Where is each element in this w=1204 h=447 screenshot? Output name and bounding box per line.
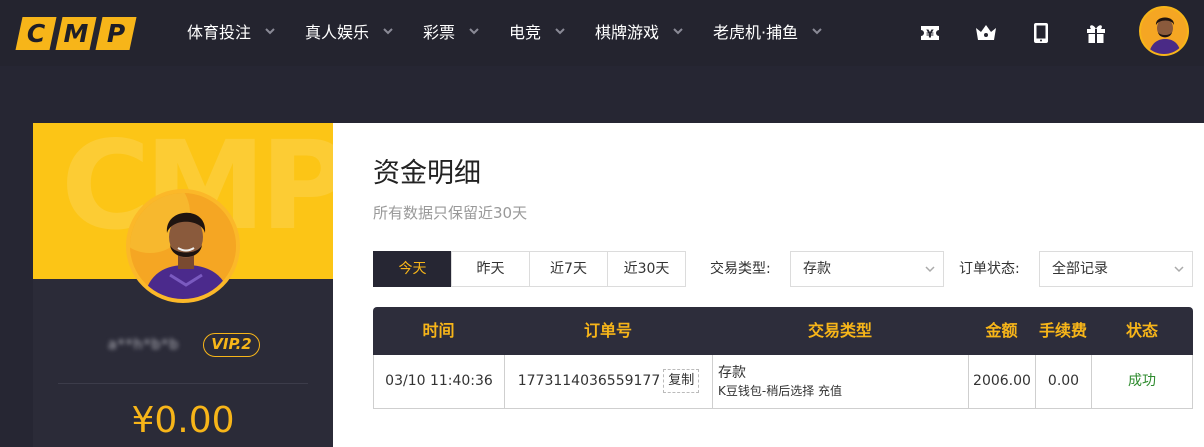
chevron-down-icon <box>812 28 822 35</box>
nav-item-slots-fishing[interactable]: 老虎机·捕鱼 <box>713 22 822 44</box>
tab-last-30-days[interactable]: 近30天 <box>607 251 686 287</box>
chevron-down-icon <box>673 28 683 35</box>
voucher-icon[interactable]: ¥ <box>918 21 942 45</box>
column-header-fee: 手续费 <box>1038 321 1087 340</box>
avatar-portrait-image <box>130 193 236 299</box>
nav-item-esports[interactable]: 电竞 <box>509 22 565 44</box>
chevron-down-icon <box>469 28 479 35</box>
page-subtitle: 所有数据只保留近30天 <box>373 204 528 222</box>
column-header-amount: 金额 <box>985 321 1018 340</box>
logo[interactable]: C M P <box>15 15 137 51</box>
type-detail: K豆钱包-稍后选择 充值 <box>718 384 843 398</box>
nav-item-label: 体育投注 <box>187 23 252 42</box>
order-status-label: 订单状态: <box>959 261 1020 277</box>
gift-icon[interactable] <box>1084 21 1108 45</box>
nav-item-card-games[interactable]: 棋牌游戏 <box>595 22 683 44</box>
page-title: 资金明细 <box>373 158 481 189</box>
select-value: 存款 <box>803 261 831 277</box>
date-range-tabs: 今天 昨天 近7天 近30天 <box>373 251 686 287</box>
cell-amount: 2006.00 <box>969 355 1036 408</box>
nav-item-lottery[interactable]: 彩票 <box>423 22 479 44</box>
tab-last-7-days[interactable]: 近7天 <box>529 251 608 287</box>
cell-fee: 0.00 <box>1036 355 1092 408</box>
transactions-table: 时间 订单号 交易类型 金额 手续费 状态 03/10 11:40:36 177… <box>373 307 1193 409</box>
order-status-select[interactable]: 全部记录 <box>1039 251 1193 287</box>
balance-amount: ¥0.00 <box>131 400 235 441</box>
tablet-icon[interactable] <box>1029 21 1053 45</box>
nav-item-label: 彩票 <box>423 23 456 42</box>
tab-today[interactable]: 今天 <box>373 251 452 287</box>
transaction-type-label: 交易类型: <box>710 261 771 277</box>
column-header-type: 交易类型 <box>807 321 872 340</box>
fund-details-panel: 资金明细 所有数据只保留近30天 今天 昨天 近7天 近30天 交易类型: 存款… <box>333 123 1204 447</box>
profile-avatar[interactable] <box>126 189 240 303</box>
cell-time: 03/10 11:40:36 <box>374 355 505 408</box>
nav-item-label: 老虎机·捕鱼 <box>713 23 799 42</box>
chevron-down-icon <box>1174 266 1184 273</box>
column-header-time: 时间 <box>422 321 455 340</box>
svg-text:¥: ¥ <box>926 28 934 41</box>
cell-transaction-type: 存款 K豆钱包-稍后选择 充值 <box>713 355 969 408</box>
crown-icon[interactable] <box>974 21 998 45</box>
transaction-type-select[interactable]: 存款 <box>790 251 944 287</box>
column-header-status: 状态 <box>1125 321 1158 340</box>
cell-status: 成功 <box>1128 373 1156 389</box>
chevron-down-icon <box>555 28 565 35</box>
user-avatar[interactable] <box>1139 6 1189 56</box>
chevron-down-icon <box>383 28 393 35</box>
nav-item-sports[interactable]: 体育投注 <box>187 22 275 44</box>
select-value: 全部记录 <box>1052 261 1108 277</box>
nav-item-label: 棋牌游戏 <box>595 23 660 42</box>
table-row: 03/10 11:40:36 1773114036559177 复制 存款 K豆钱… <box>373 355 1193 409</box>
copy-button[interactable]: 复制 <box>663 369 700 393</box>
top-navbar: C M P 体育投注 真人娱乐 彩票 电竞 棋牌游戏 老虎机·捕鱼 ¥ <box>0 0 1204 66</box>
chevron-down-icon <box>265 28 275 35</box>
profile-panel: CMP a**h*b*b VIP.2 ¥0.00 <box>33 123 333 447</box>
chevron-down-icon <box>925 266 935 273</box>
divider <box>58 383 308 384</box>
nav-item-live-casino[interactable]: 真人娱乐 <box>305 22 393 44</box>
table-header: 时间 订单号 交易类型 金额 手续费 状态 <box>373 307 1193 355</box>
cell-order-no: 1773114036559177 复制 <box>505 355 713 408</box>
nav-item-label: 真人娱乐 <box>305 23 370 42</box>
username: a**h*b*b <box>108 337 180 353</box>
vip-badge[interactable]: VIP.2 <box>203 333 260 357</box>
nav-item-label: 电竞 <box>509 23 542 42</box>
avatar-portrait-image <box>1141 8 1187 54</box>
type-main: 存款 <box>718 365 746 381</box>
logo-letter: M <box>55 17 97 50</box>
logo-letter: P <box>95 17 137 50</box>
column-header-order-no: 订单号 <box>583 321 632 340</box>
order-number: 1773114036559177 <box>517 373 661 389</box>
logo-letter: C <box>15 17 57 50</box>
tab-yesterday[interactable]: 昨天 <box>451 251 530 287</box>
